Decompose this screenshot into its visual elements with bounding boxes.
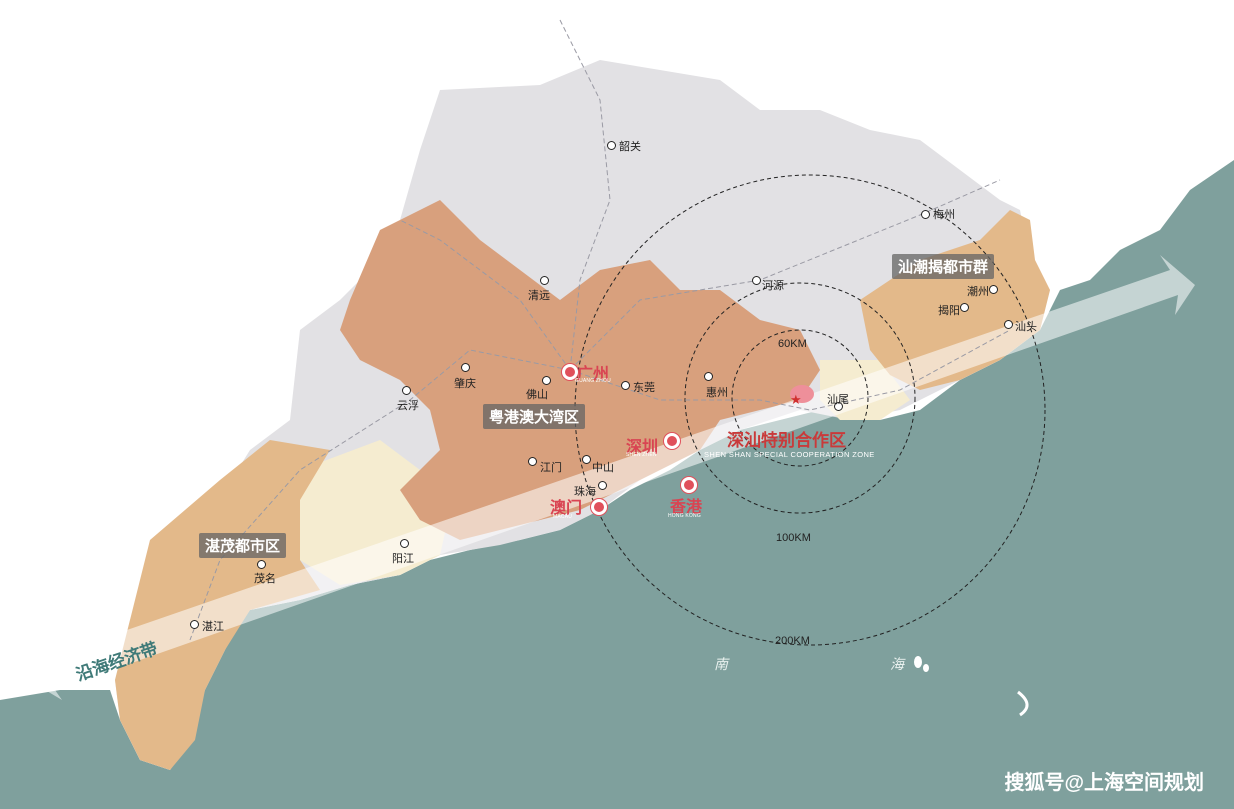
city-dot-qingyuan — [540, 276, 549, 285]
city-label-zhaoqing: 肇庆 — [454, 378, 476, 390]
city-label-dongguan: 东莞 — [633, 382, 655, 394]
major-dot-hongkong — [681, 477, 697, 493]
city-dot-zhaoqing — [461, 363, 470, 372]
major-en-macau: MACAU — [553, 514, 573, 520]
region-label-shanchaojie: 汕潮揭都市群 — [892, 254, 995, 279]
city-dot-chaozhou — [989, 285, 998, 294]
city-label-zhanjiang: 湛江 — [202, 621, 224, 633]
major-dot-macau — [591, 499, 607, 515]
major-en-guangzhou: GUANG ZHOU — [575, 378, 611, 384]
island — [1017, 690, 1029, 717]
city-label-maoming: 茂名 — [254, 573, 276, 585]
city-dot-zhanjiang — [190, 620, 199, 629]
city-dot-jieyang — [960, 303, 969, 312]
city-label-jieyang: 揭阳 — [938, 305, 960, 317]
city-dot-shaoguan — [607, 141, 616, 150]
city-dot-zhuhai — [598, 481, 607, 490]
watermark: 搜狐号@上海空间规划 — [1004, 772, 1204, 794]
city-dot-yunfu — [402, 386, 411, 395]
city-dot-meizhou — [921, 210, 930, 219]
city-label-chaozhou: 潮州 — [967, 286, 989, 298]
ring-label-100km: 100KM — [776, 532, 811, 544]
map-canvas: ★ — [0, 0, 1234, 770]
city-dot-maoming — [257, 560, 266, 569]
city-dot-yangjiang — [400, 539, 409, 548]
city-dot-foshan — [542, 376, 551, 385]
city-label-shantou: 汕头 — [1015, 321, 1037, 333]
island — [914, 656, 922, 668]
region-label-gba: 粤港澳大湾区 — [483, 404, 586, 429]
city-label-yangjiang: 阳江 — [392, 553, 414, 565]
city-label-yunfu: 云浮 — [397, 400, 419, 412]
region-label-zhanmao: 湛茂都市区 — [199, 533, 287, 558]
city-label-jiangmen: 江门 — [540, 462, 562, 474]
city-label-zhongshan: 中山 — [592, 462, 614, 474]
city-label-shaoguan: 韶关 — [619, 141, 641, 153]
city-dot-jiangmen — [528, 457, 537, 466]
city-label-meizhou: 梅州 — [933, 209, 955, 221]
map-stage: ★ 韶关 河源 梅州 潮州 揭阳 汕头 清远 肇庆 佛山 东莞 惠州 汕尾 云浮 — [0, 0, 1234, 809]
city-dot-zhongshan — [582, 455, 591, 464]
city-dot-shantou — [1004, 320, 1013, 329]
city-label-qingyuan: 清远 — [528, 290, 550, 302]
ring-label-200km: 200KM — [775, 635, 810, 647]
city-label-shanwei: 汕尾 — [827, 394, 849, 406]
island — [923, 664, 929, 672]
zone-title: 深汕特别合作区 — [727, 431, 846, 450]
major-en-shenzhen: SHEN ZHEN — [626, 452, 657, 458]
city-label-huizhou: 惠州 — [706, 387, 728, 399]
sea-label-nan: 南 — [714, 656, 728, 672]
city-label-heyuan: 河源 — [762, 280, 784, 292]
major-en-hongkong: HONG KONG — [668, 513, 701, 519]
city-label-foshan: 佛山 — [526, 389, 548, 401]
city-dot-heyuan — [752, 276, 761, 285]
sea-label-hai: 海 — [890, 656, 904, 672]
zone-star-icon: ★ — [790, 392, 802, 407]
major-dot-shenzhen — [664, 433, 680, 449]
zone-en: SHEN SHAN SPECIAL COOPERATION ZONE — [704, 450, 875, 459]
city-dot-huizhou — [704, 372, 713, 381]
ring-label-60km: 60KM — [778, 338, 807, 350]
city-dot-dongguan — [621, 381, 630, 390]
